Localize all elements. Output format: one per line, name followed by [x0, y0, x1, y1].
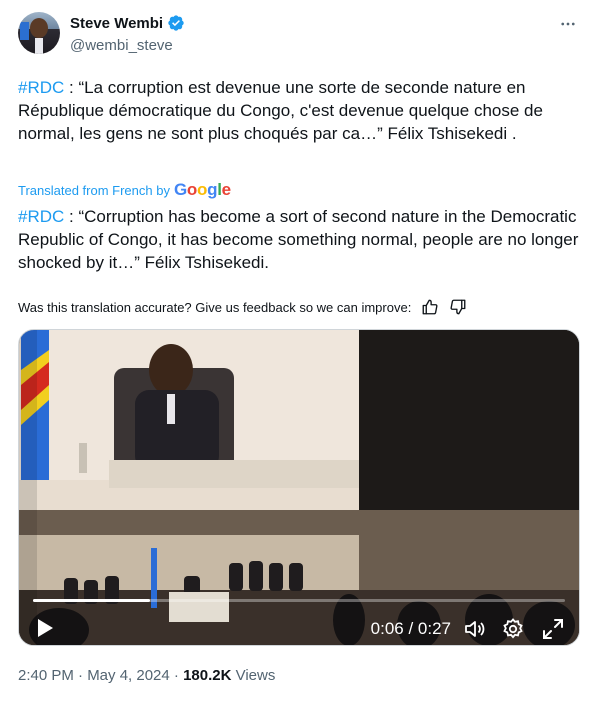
avatar[interactable] [18, 12, 60, 54]
google-logo: Google [173, 180, 231, 199]
author-handle[interactable]: @wembi_steve [70, 37, 173, 54]
views-label: Views [231, 667, 276, 684]
volume-icon[interactable] [463, 617, 487, 641]
video-player[interactable]: 0:06 / 0:27 [18, 329, 580, 646]
tweet-header: Steve Wembi @wembi_steve [18, 12, 582, 60]
video-controls: 0:06 / 0:27 [19, 599, 579, 645]
views-count: 180.2K [183, 667, 232, 684]
timestamp[interactable]: 2:40 PM · May 4, 2024 · [18, 667, 183, 684]
video-progress-fill [33, 599, 151, 602]
settings-gear-icon[interactable] [501, 617, 525, 641]
current-time: 0:06 [370, 619, 404, 638]
original-text-body: : “La corruption est devenue une sorte d… [18, 78, 543, 143]
translation-attribution: Translated from French by Google [18, 180, 231, 200]
translated-from-label[interactable]: Translated from French by [18, 183, 170, 198]
duration: 0:27 [417, 619, 451, 638]
author-display-name[interactable]: Steve Wembi [70, 15, 163, 32]
more-options-icon[interactable] [558, 14, 578, 34]
verified-badge-icon [167, 14, 185, 32]
video-progress-bar[interactable] [33, 599, 565, 602]
translated-text-body: : “Corruption has become a sort of secon… [18, 207, 579, 272]
thumbs-down-icon[interactable] [449, 298, 467, 316]
translated-tweet-text: #RDC : “Corruption has become a sort of … [18, 205, 580, 274]
thumbs-up-icon[interactable] [421, 298, 439, 316]
hashtag-link[interactable]: #RDC [18, 207, 64, 226]
fullscreen-icon[interactable] [541, 617, 565, 641]
author-name-row: Steve Wembi [70, 14, 185, 32]
video-time: 0:06 / 0:27 [371, 619, 451, 639]
time-separator: / [403, 619, 418, 638]
tweet-meta: 2:40 PM · May 4, 2024 · 180.2K Views [18, 667, 275, 684]
translation-feedback: Was this translation accurate? Give us f… [18, 296, 580, 318]
hashtag-link[interactable]: #RDC [18, 78, 64, 97]
feedback-prompt: Was this translation accurate? Give us f… [18, 299, 412, 315]
play-icon[interactable] [35, 617, 55, 639]
original-tweet-text: #RDC : “La corruption est devenue une so… [18, 76, 580, 145]
